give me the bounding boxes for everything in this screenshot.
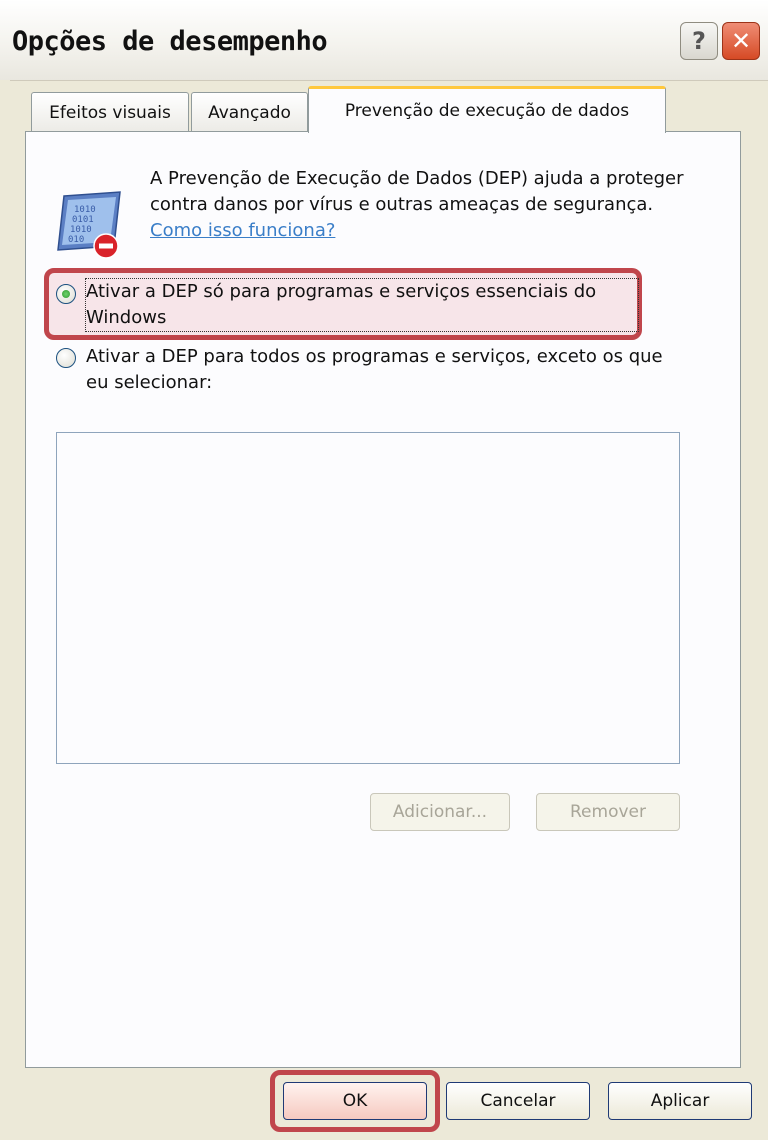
ok-button-label: OK [342, 1091, 368, 1111]
tab-label: Efeitos visuais [49, 102, 171, 123]
svg-text:0101: 0101 [72, 215, 94, 225]
option-all-programs-label[interactable]: Ativar a DEP para todos os programas e s… [86, 344, 676, 396]
add-button-label: Adicionar... [392, 802, 488, 822]
tab-visual-effects[interactable]: Efeitos visuais [31, 92, 189, 132]
ok-button[interactable]: OK [283, 1082, 427, 1120]
radio-all-programs[interactable] [56, 348, 76, 368]
dep-description: A Prevenção de Execução de Dados (DEP) a… [150, 166, 690, 244]
tab-label: Avançado [208, 102, 291, 123]
remove-button-label: Remover [570, 802, 646, 822]
svg-text:010: 010 [68, 235, 84, 245]
remove-button[interactable]: Remover [536, 793, 680, 831]
apply-button-label: Aplicar [650, 1091, 710, 1111]
cancel-button[interactable]: Cancelar [446, 1082, 590, 1120]
tab-label: Prevenção de execução de dados [344, 101, 630, 121]
title-bar[interactable]: Opções de desempenho ? ✕ [0, 0, 768, 81]
exceptions-list[interactable] [56, 432, 680, 764]
radio-selected-dot [62, 290, 70, 298]
performance-options-dialog: Opções de desempenho ? ✕ Efeitos visuais… [0, 0, 768, 1140]
svg-text:1010: 1010 [70, 225, 92, 235]
description-text: A Prevenção de Execução de Dados (DEP) a… [150, 168, 684, 215]
svg-text:1010: 1010 [74, 205, 96, 215]
tab-advanced[interactable]: Avançado [191, 92, 308, 132]
dep-shield-icon: 1010 0101 1010 010 [57, 191, 121, 259]
close-button[interactable]: ✕ [722, 22, 760, 60]
help-icon: ? [692, 27, 706, 55]
option-essential-label[interactable]: Ativar a DEP só para programas e serviço… [85, 278, 639, 332]
window-frame-left [0, 80, 10, 1140]
cancel-button-label: Cancelar [480, 1091, 556, 1111]
radio-essential-only[interactable] [56, 284, 76, 304]
add-button[interactable]: Adicionar... [370, 793, 510, 831]
apply-button[interactable]: Aplicar [608, 1082, 752, 1120]
help-button[interactable]: ? [680, 22, 718, 60]
tab-data-execution-prevention[interactable]: Prevenção de execução de dados [308, 86, 666, 133]
how-it-works-link[interactable]: Como isso funciona? [150, 220, 335, 241]
close-icon: ✕ [730, 27, 752, 55]
window-title: Opções de desempenho [12, 26, 328, 57]
